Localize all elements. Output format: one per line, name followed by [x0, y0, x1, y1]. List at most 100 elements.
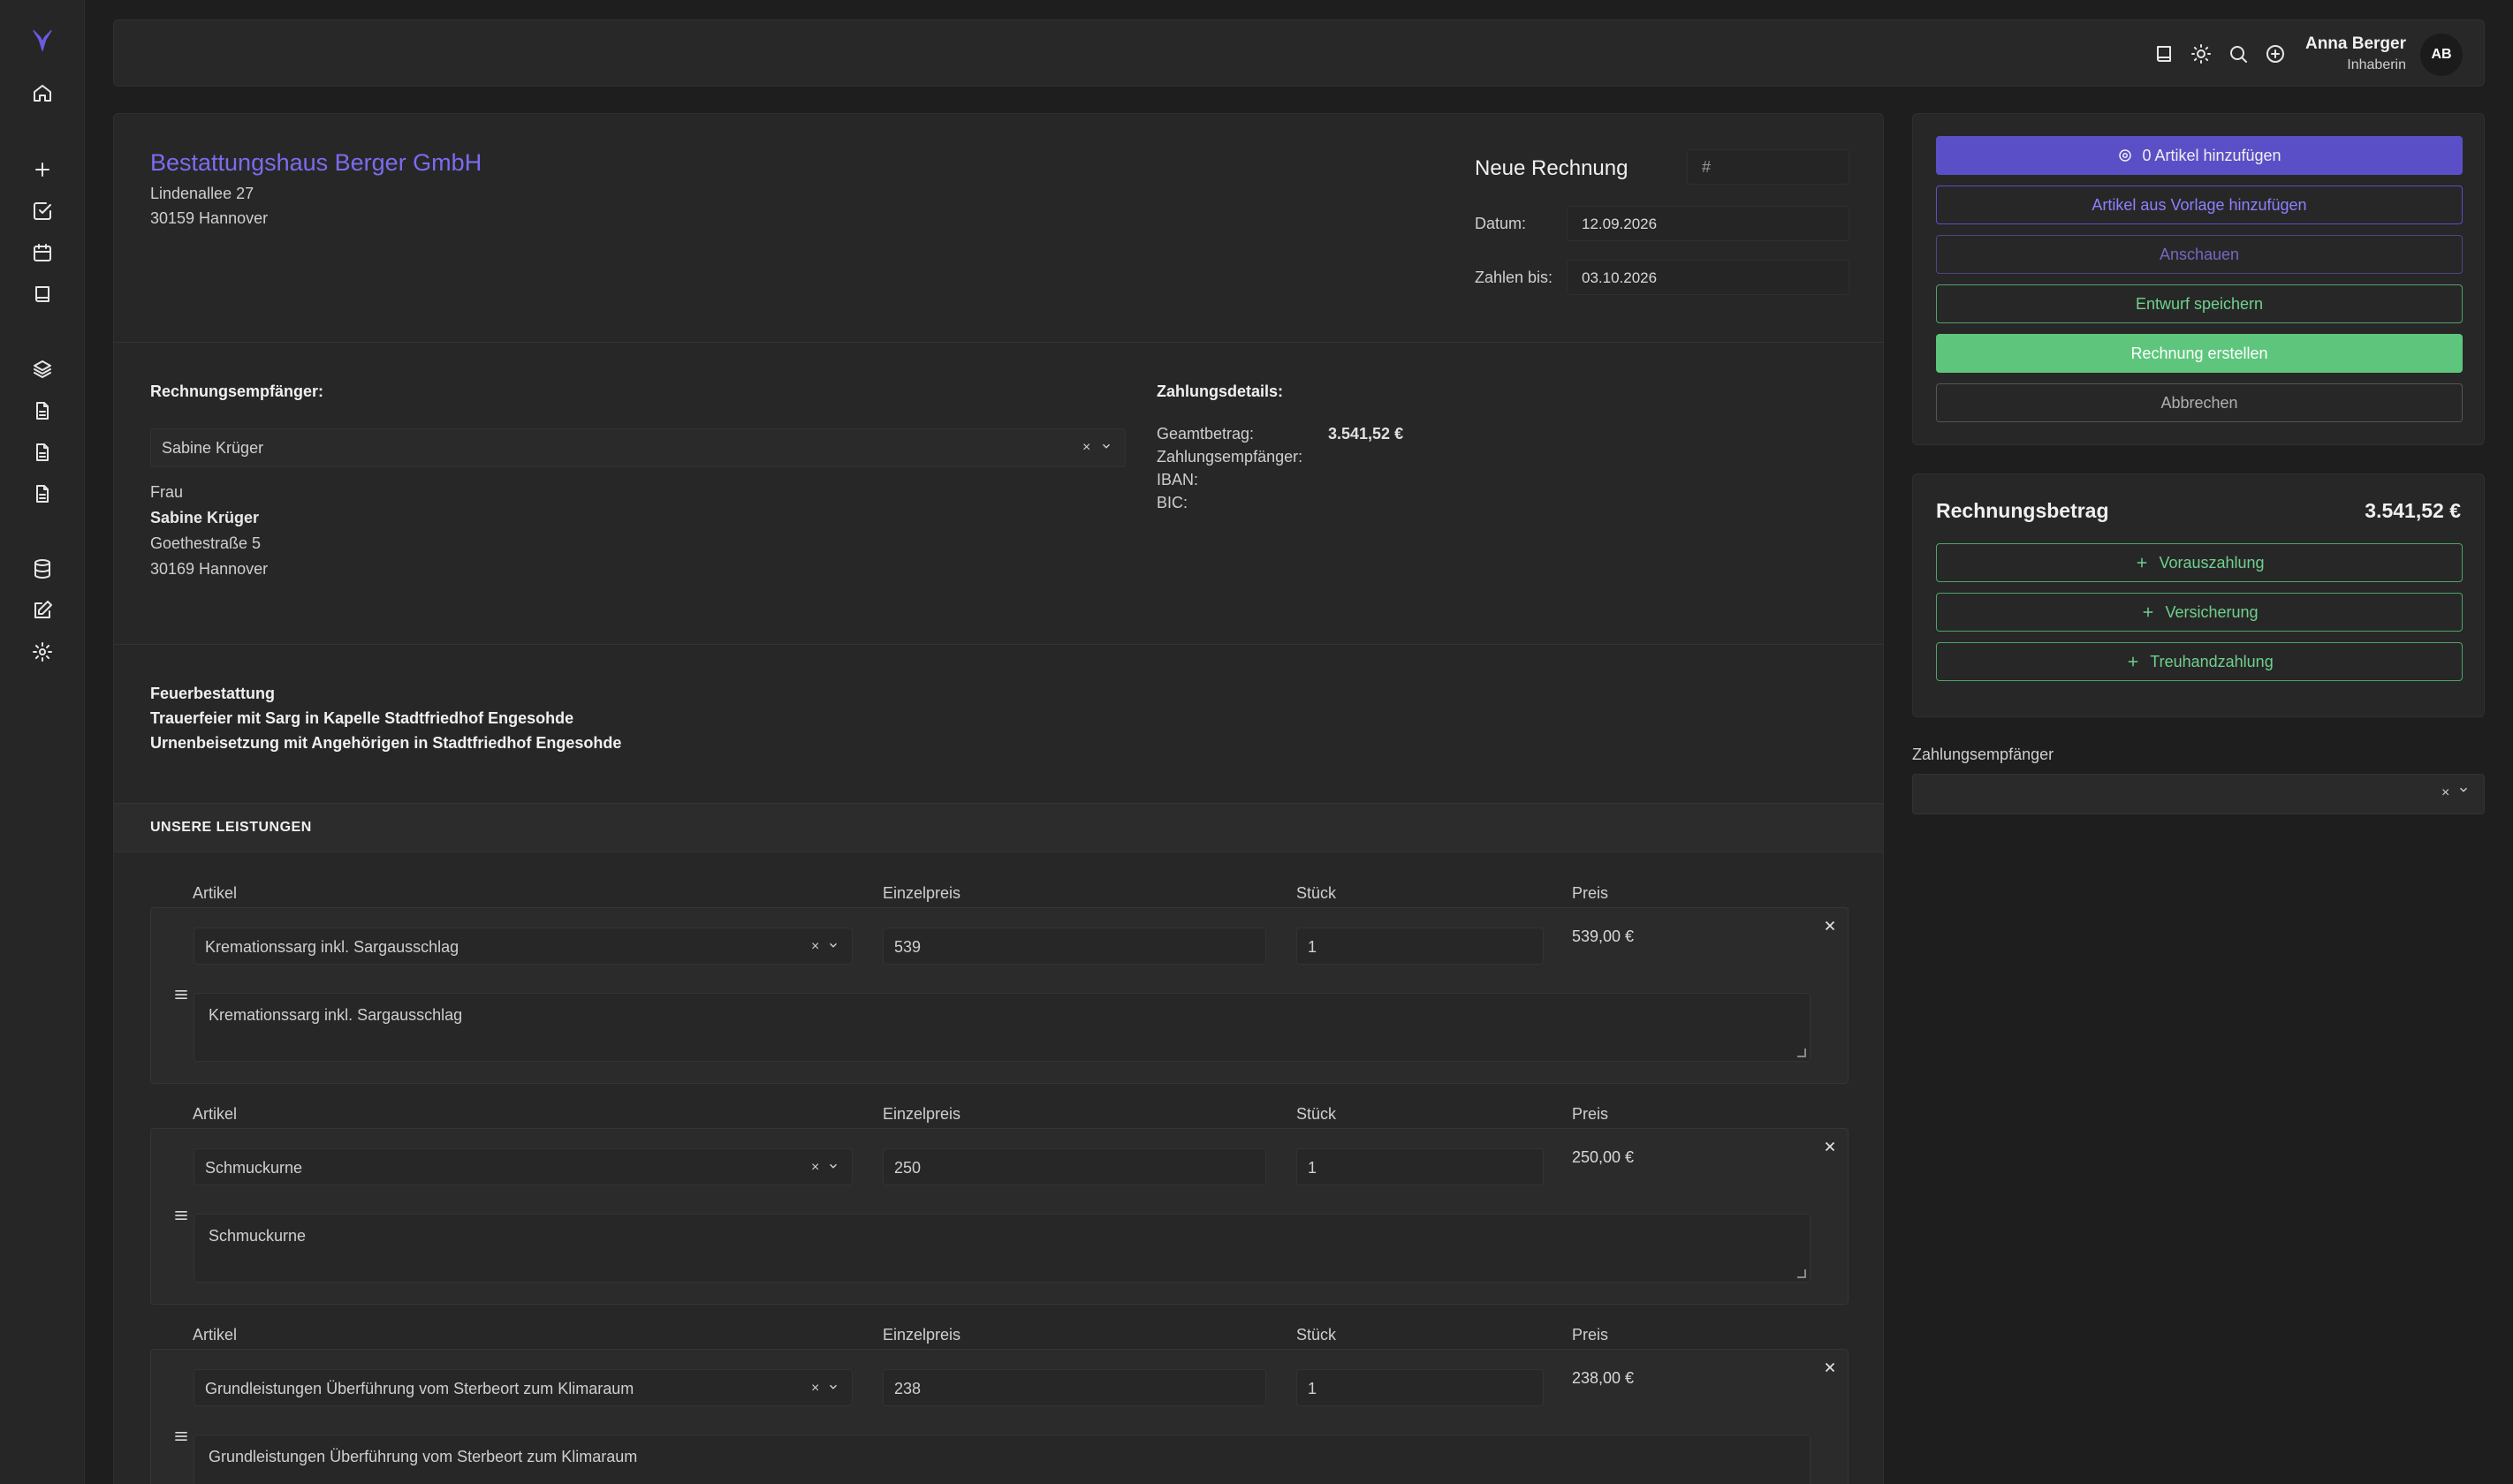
col-unit-price: Einzelpreis — [883, 1105, 961, 1123]
add-insurance-button[interactable]: Versicherung — [1936, 593, 2463, 632]
trust-payment-label: Treuhandzahlung — [2150, 652, 2274, 670]
resize-handle[interactable] — [1797, 1269, 1806, 1278]
item-unit-price-input[interactable]: 238 — [883, 1369, 1266, 1406]
resize-handle[interactable] — [1797, 1049, 1806, 1057]
item-article-select[interactable]: Schmuckurne × — [194, 1148, 853, 1185]
clear-icon[interactable]: × — [811, 1381, 819, 1397]
amount-title: Rechnungsbetrag — [1936, 499, 2109, 522]
home-icon[interactable] — [27, 78, 58, 110]
item-unit-price-input[interactable]: 250 — [883, 1148, 1266, 1185]
plus-icon — [2129, 656, 2138, 667]
database-icon[interactable] — [27, 553, 58, 585]
drag-handle-icon[interactable] — [172, 1207, 190, 1224]
col-article: Artikel — [193, 1326, 238, 1344]
close-icon[interactable] — [1819, 1357, 1841, 1378]
bic-label: BIC: — [1157, 494, 1188, 511]
payee-select[interactable]: × — [1912, 774, 2485, 814]
service-line: Urnenbeisetzung mit Angehörigen in Stadt… — [150, 734, 622, 752]
save-draft-button[interactable]: Entwurf speichern — [1936, 284, 2463, 323]
document-icon[interactable] — [27, 395, 58, 427]
plus-circle-icon[interactable] — [2261, 40, 2289, 68]
divider — [114, 342, 1883, 343]
close-icon[interactable] — [1819, 1136, 1841, 1157]
add-from-template-button[interactable]: Artikel aus Vorlage hinzufügen — [1936, 186, 2463, 224]
col-article: Artikel — [193, 884, 238, 902]
item-description-input[interactable]: Grundleistungen Überführung vom Sterbeor… — [194, 1435, 1811, 1484]
actions-panel: 0 Artikel hinzufügen Artikel aus Vorlage… — [1912, 113, 2485, 445]
service-line: Trauerfeier mit Sarg in Kapelle Stadtfri… — [150, 709, 574, 727]
item-description-input[interactable]: Schmuckurne — [194, 1214, 1811, 1283]
item-quantity-input[interactable]: 1 — [1296, 928, 1544, 965]
date-input[interactable]: 12.09.2026 — [1567, 206, 1849, 241]
item-description: Schmuckurne — [209, 1227, 307, 1245]
chevron-down-icon[interactable] — [2457, 784, 2471, 801]
calendar-icon[interactable] — [27, 237, 58, 269]
item-article-select[interactable]: Kremationssarg inkl. Sargausschlag × — [194, 928, 853, 965]
clear-icon[interactable]: × — [2441, 785, 2449, 801]
fox-logo-icon[interactable] — [27, 25, 58, 57]
add-items-button[interactable]: 0 Artikel hinzufügen — [1936, 136, 2463, 175]
clear-icon[interactable]: × — [811, 1160, 819, 1176]
layers-icon[interactable] — [27, 353, 58, 385]
document-icon[interactable] — [27, 478, 58, 510]
plus-icon[interactable] — [27, 154, 58, 186]
plus-icon — [2144, 607, 2153, 617]
chevron-down-icon[interactable] — [827, 1379, 841, 1397]
col-quantity: Stück — [1296, 1105, 1337, 1123]
invoice-item: Grundleistungen Überführung vom Sterbeor… — [150, 1349, 1849, 1484]
user-name: Anna Berger — [2304, 34, 2406, 53]
add-items-label: 0 Artikel hinzufügen — [2142, 146, 2281, 164]
invoice-number-input[interactable]: # — [1687, 149, 1849, 185]
book-icon[interactable] — [2150, 40, 2178, 68]
services-section-header: UNSERE LEISTUNGEN — [114, 803, 1883, 852]
amount-value: 3.541,52 € — [2365, 499, 2461, 522]
create-invoice-button[interactable]: Rechnung erstellen — [1936, 334, 2463, 373]
clear-icon[interactable]: × — [811, 939, 819, 955]
payment-total-label: Geamtbetrag: — [1157, 425, 1255, 443]
drag-handle-icon[interactable] — [172, 986, 190, 1003]
recipient-select[interactable]: Sabine Krüger × — [150, 428, 1126, 467]
payee-label: Zahlungsempfänger: — [1157, 448, 1303, 466]
iban-label: IBAN: — [1157, 471, 1199, 488]
divider — [114, 644, 1883, 645]
recipient-salutation: Frau — [150, 483, 184, 501]
service-line: Feuerbestattung — [150, 685, 276, 702]
chevron-down-icon[interactable] — [827, 937, 841, 955]
col-price: Preis — [1572, 884, 1609, 902]
invoice-title: Neue Rechnung — [1475, 156, 1629, 180]
col-unit-price: Einzelpreis — [883, 884, 961, 902]
item-article-value: Kremationssarg inkl. Sargausschlag — [205, 938, 459, 956]
col-price: Preis — [1572, 1326, 1609, 1344]
item-quantity-input[interactable]: 1 — [1296, 1148, 1544, 1185]
item-article-select[interactable]: Grundleistungen Überführung vom Sterbeor… — [194, 1369, 853, 1406]
gear-icon[interactable] — [27, 636, 58, 668]
item-description-input[interactable]: Kremationssarg inkl. Sargausschlag — [194, 993, 1811, 1062]
drag-handle-icon[interactable] — [172, 1427, 190, 1445]
item-unit-price-input[interactable]: 539 — [883, 928, 1266, 965]
avatar[interactable]: AB — [2420, 34, 2463, 76]
invoice-amount-panel: Rechnungsbetrag 3.541,52 € Vorauszahlung… — [1912, 473, 2485, 717]
recipient-city: 30169 Hannover — [150, 560, 269, 578]
col-article: Artikel — [193, 1105, 238, 1123]
search-icon[interactable] — [2224, 40, 2252, 68]
close-icon[interactable] — [1819, 915, 1841, 936]
recipient-select-value: Sabine Krüger — [162, 439, 264, 457]
cancel-button[interactable]: Abbrechen — [1936, 383, 2463, 422]
invoice-editor: Bestattungshaus Berger GmbH Lindenallee … — [113, 113, 1884, 1484]
check-square-icon[interactable] — [27, 195, 58, 227]
item-quantity-input[interactable]: 1 — [1296, 1369, 1544, 1406]
col-quantity: Stück — [1296, 884, 1337, 902]
chevron-down-icon[interactable] — [1100, 438, 1114, 456]
edit-icon[interactable] — [27, 594, 58, 626]
book-icon[interactable] — [27, 278, 58, 310]
clear-icon[interactable]: × — [1082, 440, 1090, 456]
document-icon[interactable] — [27, 436, 58, 468]
col-quantity: Stück — [1296, 1326, 1337, 1344]
preview-button[interactable]: Anschauen — [1936, 235, 2463, 274]
prepayment-label: Vorauszahlung — [2159, 553, 2265, 572]
add-trust-payment-button[interactable]: Treuhandzahlung — [1936, 642, 2463, 681]
sun-icon[interactable] — [2187, 40, 2215, 68]
due-date-input[interactable]: 03.10.2026 — [1567, 260, 1849, 295]
add-prepayment-button[interactable]: Vorauszahlung — [1936, 543, 2463, 582]
chevron-down-icon[interactable] — [827, 1158, 841, 1176]
